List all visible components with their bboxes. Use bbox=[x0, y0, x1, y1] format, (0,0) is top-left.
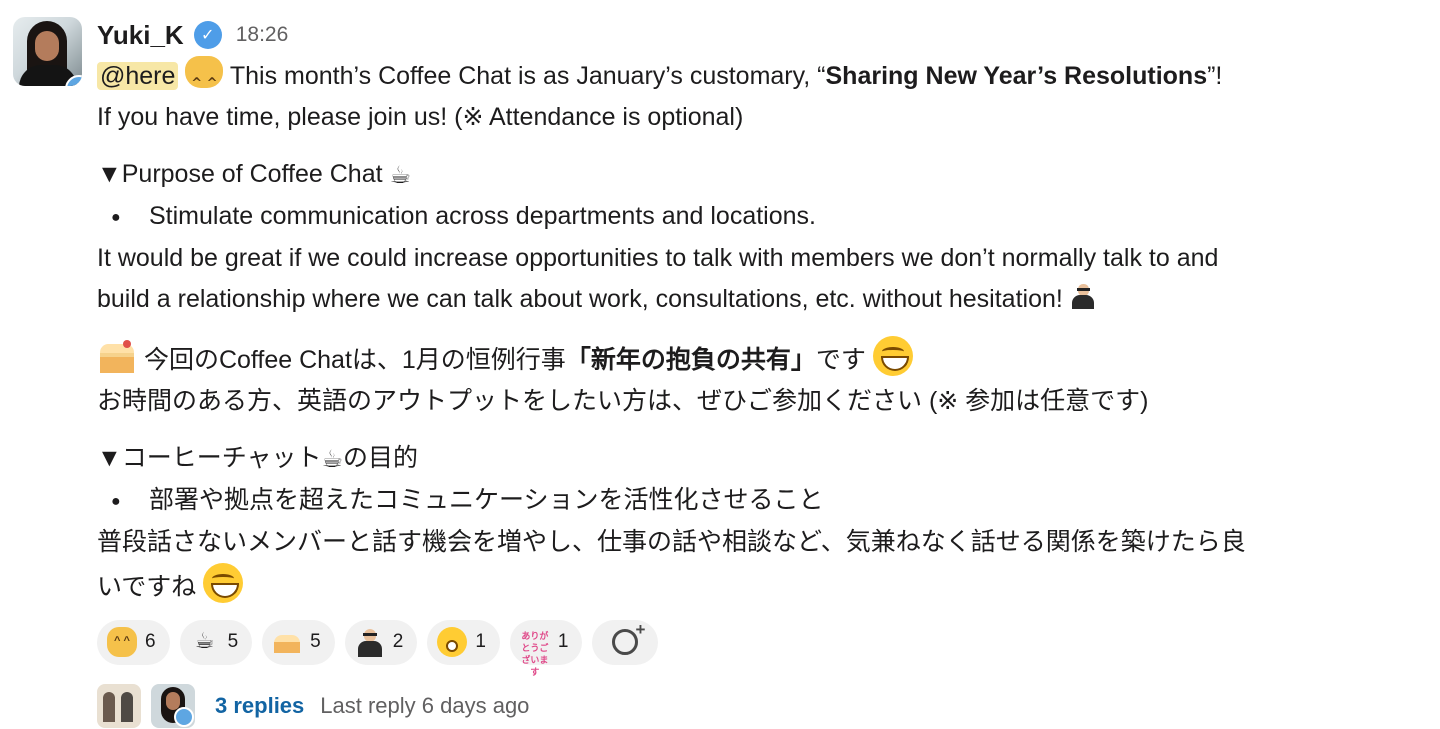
reaction-coffee[interactable]: ☕ 5 bbox=[179, 619, 253, 665]
author-name[interactable]: Yuki_K bbox=[97, 20, 184, 51]
reply-count-link[interactable]: 3 replies bbox=[215, 693, 304, 719]
grinning-face-icon bbox=[203, 562, 244, 603]
thanks-icon: ありがとうございます bbox=[521, 631, 549, 678]
purpose-heading: ▼Purpose of Coffee Chat ☕ bbox=[97, 154, 1427, 196]
man-icon bbox=[355, 627, 385, 658]
thread-replies[interactable]: 3 replies Last reply 6 days ago bbox=[97, 683, 1427, 729]
reaction-count: 1 bbox=[557, 631, 569, 653]
reaction-cake[interactable]: 5 bbox=[262, 619, 335, 665]
cake-icon bbox=[272, 627, 302, 657]
reaction-count: 5 bbox=[227, 631, 239, 653]
bullet-item-jp: ● 部署や拠点を超えたコミュニケーションを活性化させること bbox=[97, 480, 1427, 522]
replier-avatar bbox=[97, 683, 141, 728]
message-header: Yuki_K ✓ 18:26 bbox=[97, 14, 1427, 56]
coffee-icon: ☕ bbox=[194, 629, 215, 655]
message-text: This month’s Coffee Chat is as January’s… bbox=[223, 62, 826, 90]
message-line-jp: 普段話さないメンバーと話す機会を増やし、仕事の話や相談など、気兼ねなく話せる関係… bbox=[97, 527, 1246, 556]
cake-icon bbox=[97, 339, 137, 373]
grinning-face-icon bbox=[872, 335, 913, 376]
here-mention[interactable]: @here bbox=[97, 62, 179, 90]
cat-icon: ^ ^ bbox=[107, 627, 137, 658]
reaction-count: 2 bbox=[392, 631, 404, 653]
scream-icon bbox=[437, 627, 468, 658]
message-line: If you have time, please join us! (※ Att… bbox=[97, 103, 744, 131]
message-timestamp[interactable]: 18:26 bbox=[236, 23, 289, 47]
purpose-heading-jp: ▼コーヒーチャット☕の目的 bbox=[97, 438, 1427, 480]
reaction-count: 6 bbox=[145, 631, 156, 653]
message: Yuki_K ✓ 18:26 @here ^ ^ This month’s Co… bbox=[97, 14, 1427, 729]
coffee-icon: ☕ bbox=[321, 444, 344, 473]
smiley-cat-icon: ^ ^ bbox=[185, 56, 224, 91]
verified-check-icon: ✓ bbox=[193, 21, 222, 49]
reaction-man[interactable]: 2 bbox=[344, 619, 418, 665]
message-line-jp: お時間のある方、英語のアウトプットをしたい方は、ぜひご参加ください (※ 参加は… bbox=[97, 386, 1149, 415]
message-line: @here ^ ^ This month’s Coffee Chat is as… bbox=[97, 56, 1427, 97]
reaction-bar: ^ ^ 6 ☕ 5 5 2 1 ありがとうございます 1 bbox=[97, 619, 1427, 678]
message-text: ”! bbox=[1207, 62, 1223, 90]
bullet-dot-icon: ● bbox=[111, 492, 121, 510]
reaction-scream[interactable]: 1 bbox=[427, 619, 500, 665]
reaction-thanks[interactable]: ありがとうございます 1 bbox=[509, 619, 583, 678]
last-reply-time: Last reply 6 days ago bbox=[320, 692, 530, 718]
replier-avatar bbox=[151, 683, 195, 728]
bullet-item: ● Stimulate communication across departme… bbox=[97, 196, 1427, 238]
man-office-icon bbox=[1070, 283, 1096, 309]
message-line-jp: 今回のCoffee Chatは、1月の恒例行事「新年の抱負の共有」です bbox=[97, 335, 1427, 381]
reaction-cat[interactable]: ^ ^ 6 bbox=[97, 619, 170, 665]
add-reaction-icon bbox=[612, 620, 645, 656]
reaction-count: 5 bbox=[310, 631, 321, 653]
message-line: It would be great if we could increase o… bbox=[97, 243, 1219, 272]
add-reaction-button[interactable] bbox=[592, 619, 659, 665]
coffee-icon: ☕ bbox=[389, 160, 412, 189]
reaction-count: 1 bbox=[475, 631, 486, 653]
message-bold-text: Sharing New Year’s Resolutions bbox=[825, 62, 1208, 90]
bullet-dot-icon: ● bbox=[111, 208, 121, 226]
message-line-jp: いですね bbox=[97, 562, 1427, 608]
message-bold-text: 「新年の抱負の共有」 bbox=[565, 345, 816, 374]
user-avatar[interactable]: ✓ bbox=[13, 17, 82, 86]
message-line: build a relationship where we can talk a… bbox=[97, 279, 1427, 320]
